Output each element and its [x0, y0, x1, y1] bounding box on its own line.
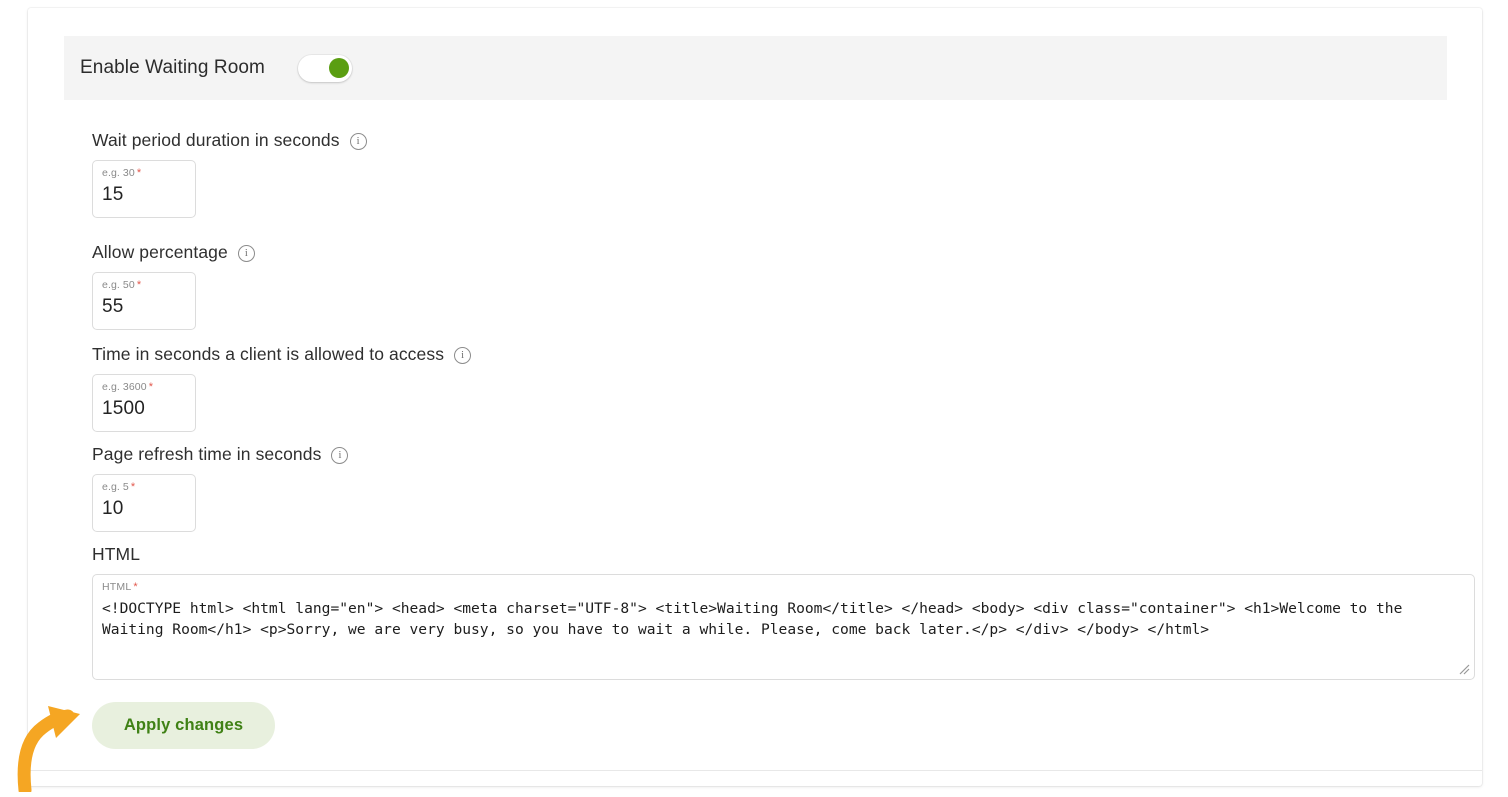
field-page-refresh-time: Page refresh time in seconds i e.g. 5 * 1…	[92, 443, 349, 532]
field-label: Page refresh time in seconds	[92, 443, 322, 464]
resize-grip-icon[interactable]	[1457, 662, 1471, 676]
page-refresh-time-input[interactable]: e.g. 5 * 10	[92, 474, 196, 532]
html-section: HTML HTML * <!DOCTYPE html> <html lang="e…	[92, 544, 1475, 680]
info-icon[interactable]: i	[454, 346, 472, 364]
html-textarea[interactable]: HTML * <!DOCTYPE html> <html lang="en"> <…	[92, 574, 1475, 680]
field-placeholder-label: e.g. 5 *	[102, 481, 136, 493]
wait-period-duration-input[interactable]: e.g. 30 * 15	[92, 160, 196, 218]
toggle-knob	[328, 58, 349, 78]
required-asterisk: *	[136, 279, 142, 291]
enable-waiting-room-row: Enable Waiting Room	[64, 36, 1447, 100]
info-icon[interactable]: i	[237, 244, 255, 262]
enable-waiting-room-label: Enable Waiting Room	[80, 57, 265, 78]
apply-changes-button[interactable]: Apply changes	[92, 702, 275, 749]
field-value: 1500	[102, 398, 146, 419]
info-icon[interactable]: i	[349, 132, 367, 150]
field-allow-percentage: Allow percentage i e.g. 50 * 55	[92, 242, 255, 330]
enable-waiting-room-toggle[interactable]	[297, 54, 352, 82]
required-asterisk: *	[148, 381, 154, 393]
field-label-row: Time in seconds a client is allowed to a…	[92, 343, 472, 364]
allow-percentage-input[interactable]: e.g. 50 * 55	[92, 272, 196, 330]
required-asterisk: *	[133, 581, 138, 593]
field-placeholder-label: e.g. 30 *	[102, 167, 142, 179]
client-access-time-input[interactable]: e.g. 3600 * 1500	[92, 374, 196, 432]
info-icon[interactable]: i	[331, 446, 349, 464]
textarea-placeholder-label: HTML *	[102, 581, 138, 593]
required-asterisk: *	[136, 167, 142, 179]
field-value: 55	[102, 296, 124, 317]
field-wait-period-duration: Wait period duration in seconds i e.g. 3…	[92, 130, 367, 218]
field-label: Time in seconds a client is allowed to a…	[92, 343, 445, 364]
html-textarea-value: <!DOCTYPE html> <html lang="en"> <head> …	[102, 600, 1412, 638]
field-placeholder-label: e.g. 3600 *	[102, 381, 154, 393]
field-value: 10	[102, 498, 124, 519]
settings-page: Enable Waiting Room Wait period duration…	[0, 0, 1508, 797]
field-label: Allow percentage	[92, 241, 228, 262]
field-label-row: Page refresh time in seconds i	[92, 443, 349, 464]
settings-card: Enable Waiting Room Wait period duration…	[28, 8, 1482, 786]
card-bottom-divider	[28, 770, 1482, 771]
field-client-access-time: Time in seconds a client is allowed to a…	[92, 343, 472, 432]
required-asterisk: *	[130, 481, 136, 493]
field-label-row: Wait period duration in seconds i	[92, 130, 367, 150]
field-label-row: Allow percentage i	[92, 242, 255, 262]
field-placeholder-label: e.g. 50 *	[102, 279, 142, 291]
field-value: 15	[102, 184, 124, 205]
field-label: Wait period duration in seconds	[92, 129, 340, 150]
html-heading: HTML	[92, 544, 141, 564]
